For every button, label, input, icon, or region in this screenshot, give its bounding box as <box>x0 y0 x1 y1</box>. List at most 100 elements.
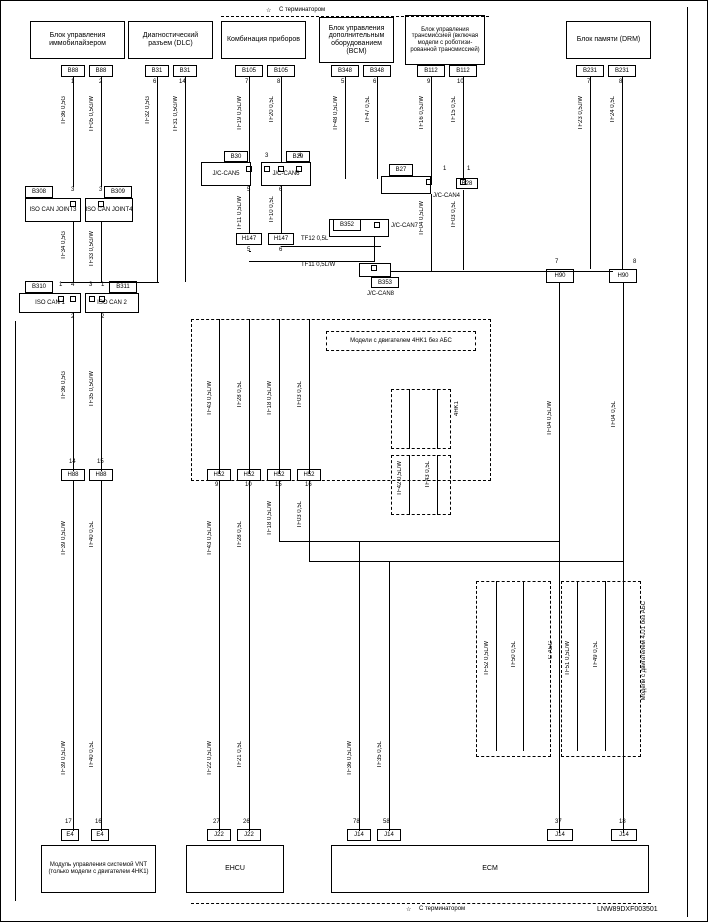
line <box>409 389 410 449</box>
conn-b310: B310 <box>25 281 53 293</box>
wire: TF35 0,5G/W <box>89 371 95 407</box>
wire: TF39 0,5L/W <box>61 521 67 556</box>
wire: TF32 0,5G <box>145 96 151 125</box>
line <box>73 222 74 282</box>
line <box>431 194 432 271</box>
block-jccan7a <box>381 176 431 194</box>
block-ehcu-label: EHCU <box>225 865 245 873</box>
wire: TF40 0,5L <box>89 521 95 548</box>
line <box>281 77 282 163</box>
pin: 17 <box>65 819 72 825</box>
line <box>101 481 102 831</box>
junction-sq <box>98 201 104 207</box>
conn-h147a: H147 <box>236 233 262 245</box>
conn-b31b: B31 <box>173 65 197 77</box>
block-instrument: Комбинация приборов <box>221 21 306 59</box>
wire: TF12 0,5L <box>301 236 328 242</box>
conn-b31a: B31 <box>145 65 169 77</box>
footer-star: ☆ <box>406 906 411 913</box>
line <box>249 251 251 252</box>
line <box>61 282 159 283</box>
region-4hk1-label: Модели с двигателем 4HK1 без АБС <box>326 331 476 351</box>
wire: TF11 0,5L/W <box>237 196 243 230</box>
line <box>101 77 102 187</box>
label-cabs: С АБС <box>548 641 554 659</box>
junction-sq <box>264 166 270 172</box>
pin: 5 <box>247 247 250 253</box>
wire: TF35 0,5L <box>377 741 383 768</box>
wire: TF11 0,5L/W <box>301 262 335 268</box>
line <box>309 561 623 562</box>
block-ecm-label: ECM <box>482 865 498 873</box>
line <box>157 77 158 282</box>
pin: 37 <box>555 819 562 825</box>
pin: 18 <box>619 819 626 825</box>
pin: 7 <box>555 259 558 265</box>
pin: 1 <box>443 166 446 172</box>
label-4jj1: Модели с двигателем 4JJ1 без АБС <box>641 601 653 700</box>
label-jccan7: J/C-CAN7 <box>391 223 418 229</box>
wire: TF16 0,5J/W <box>419 96 425 130</box>
block-jccan5a: J/C-CAN5 <box>201 162 251 186</box>
wire: TF52 0,5L/W <box>484 641 490 676</box>
block-drm: Блок памяти (DRM) <box>566 21 651 59</box>
line <box>101 313 102 471</box>
conn-b112a: B112 <box>417 65 445 77</box>
doc-id: LNW89DXF003501 <box>597 906 658 913</box>
conn-e4a: E4 <box>61 829 79 841</box>
line <box>279 481 280 541</box>
conn-b105b: B105 <box>267 65 295 77</box>
block-bcm-label: Блок управления дополнительным оборудова… <box>322 25 391 56</box>
wire: TF04 0,5L <box>611 401 617 428</box>
label-jccan8: J/C-CAN8 <box>367 291 394 297</box>
conn-b353: B353 <box>371 277 399 288</box>
conn-b112b: B112 <box>449 65 477 77</box>
pin: 4 <box>298 153 301 159</box>
wire: TF43 0,5L/W <box>207 521 213 556</box>
pin: 14 <box>69 459 76 465</box>
conn-b88a: B88 <box>61 65 85 77</box>
header-title: С терминатором <box>279 7 325 13</box>
line <box>523 581 524 751</box>
block-tcm-label: Блок управления трансмиссией (включая мо… <box>408 27 482 53</box>
block-ehcu: EHCU <box>186 845 284 893</box>
line <box>463 190 464 270</box>
wire: TF33 0,5G/W <box>89 231 95 267</box>
line <box>409 455 410 515</box>
line <box>437 455 438 515</box>
wire: TF05 0,5G/W <box>89 96 95 132</box>
footer-title: С терминатором <box>419 906 465 912</box>
wire: TF34 0,5G <box>61 231 67 260</box>
line <box>279 319 280 474</box>
wire: TF18 0,5L/W <box>267 381 273 416</box>
line <box>622 77 623 269</box>
line <box>185 77 186 282</box>
conn-b352: B352 <box>333 219 361 231</box>
region-4hk1 <box>391 389 451 449</box>
wire: TF24 0,5L <box>610 96 616 123</box>
line <box>279 541 559 542</box>
pin: 15 <box>97 459 104 465</box>
wire: TF49 0,5L <box>593 641 599 668</box>
wire: TF18 0,5L/W <box>267 501 273 536</box>
pin: 16 <box>95 819 102 825</box>
block-ecm: ECM <box>331 845 649 893</box>
wire: TF03 0,5L <box>451 201 457 228</box>
line <box>345 77 346 179</box>
pin: 3 <box>71 187 74 193</box>
label: J/C-CAN5 <box>212 171 239 178</box>
wire: TF03 0,5L <box>297 381 303 408</box>
wire: TF22 0,5L/W <box>207 741 213 776</box>
pin: 27 <box>213 819 220 825</box>
label: Модели с двигателем 4HK1 без АБС <box>350 338 452 345</box>
conn-b348a: B348 <box>331 65 359 77</box>
junction-sq <box>246 166 252 172</box>
conn-b308: B308 <box>25 186 53 198</box>
wire: TF31 0,5G/W <box>173 96 179 132</box>
conn-b309: B309 <box>104 186 132 198</box>
block-connector-label: Диагностический разъем (DLC) <box>131 32 210 47</box>
block-instrument-label: Комбинация приборов <box>227 36 300 44</box>
junction-sq <box>89 296 95 302</box>
line <box>281 246 381 247</box>
pin: 3 <box>99 187 102 193</box>
